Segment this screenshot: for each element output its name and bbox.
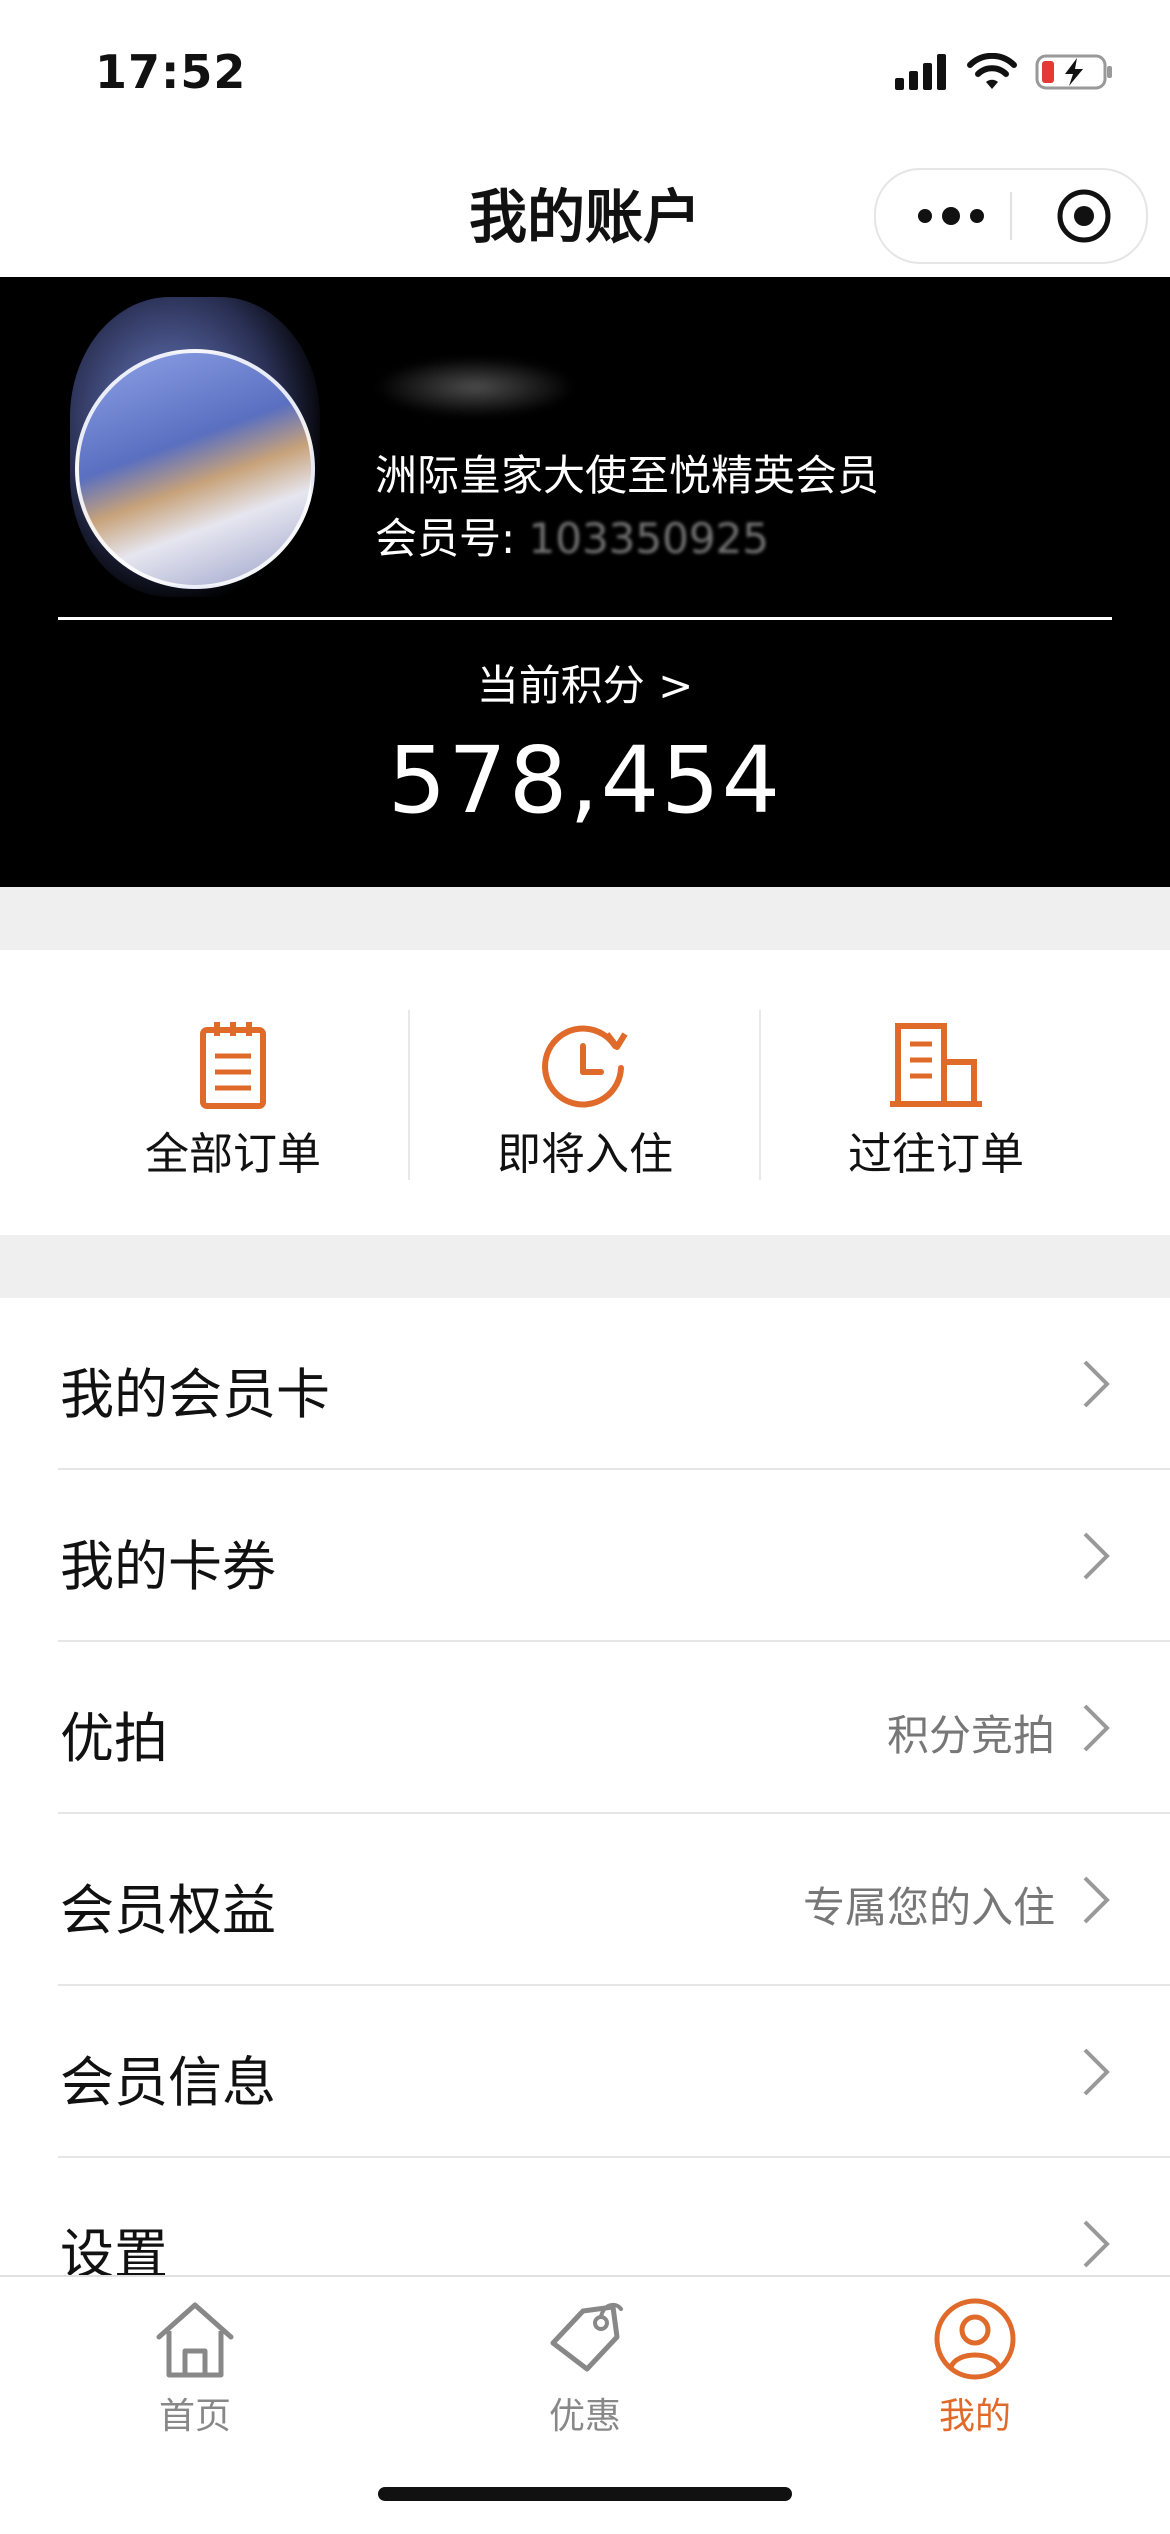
- past-orders-button[interactable]: 过往订单: [761, 950, 1111, 1235]
- chevron-right-icon: [1083, 1704, 1110, 1752]
- tab-home-label: 首页: [158, 2396, 231, 2437]
- tab-offers[interactable]: 优惠: [390, 2287, 780, 2437]
- clock-icon: [542, 1025, 628, 1108]
- mini-program-capsule: [874, 168, 1148, 264]
- member-card: 洲际皇家大使至悦精英会员 会员号: 103350925 当前积分 > 578,4…: [0, 277, 1170, 887]
- menu-item-hint: 专属您的入住: [802, 1883, 1055, 1932]
- menu-item-label: 我的卡券: [60, 1535, 276, 1598]
- battery-icon: [1035, 54, 1112, 90]
- member-number: 103350925: [528, 514, 770, 563]
- menu-item-coupons[interactable]: 我的卡券: [0, 1470, 1170, 1642]
- past-orders-label: 过往订单: [848, 1129, 1024, 1180]
- menu-item-auction[interactable]: 优拍 积分竞拍: [0, 1642, 1170, 1814]
- chevron-right-icon: [1083, 2220, 1110, 2268]
- avatar[interactable]: [75, 349, 315, 589]
- all-orders-label: 全部订单: [145, 1129, 321, 1180]
- user-icon: [934, 2298, 1016, 2380]
- wifi-icon: [967, 53, 1017, 89]
- capsule-divider: [1010, 192, 1012, 240]
- signal-icon: [895, 54, 946, 90]
- menu-item-label: 会员信息: [60, 2051, 276, 2114]
- chevron-right-icon: [1083, 1532, 1110, 1580]
- status-bar: 17:52: [0, 0, 1170, 140]
- menu-item-hint: 积分竞拍: [886, 1711, 1055, 1760]
- tab-offers-label: 优惠: [548, 2396, 621, 2437]
- member-tier: 洲际皇家大使至悦精英会员: [375, 451, 880, 500]
- nav-bar: 我的账户: [0, 140, 1170, 277]
- tag-icon: [550, 2302, 623, 2372]
- member-number-label: 会员号:: [375, 514, 529, 563]
- card-divider: [58, 617, 1112, 620]
- menu-list: 我的会员卡 我的卡券 优拍 积分竞拍 会员权益 专属您的入住 会员信息 设置: [0, 1298, 1170, 2330]
- member-name-redacted: [375, 357, 575, 417]
- upcoming-stay-label: 即将入住: [497, 1129, 673, 1180]
- tab-home[interactable]: 首页: [0, 2287, 390, 2437]
- menu-item-benefits[interactable]: 会员权益 专属您的入住: [0, 1814, 1170, 1986]
- member-number-row: 会员号: 103350925: [375, 505, 769, 566]
- all-orders-button[interactable]: 全部订单: [58, 950, 408, 1235]
- home-indicator: [378, 2487, 792, 2501]
- more-icon[interactable]: [911, 192, 991, 240]
- chevron-right-icon: [1083, 1876, 1110, 1924]
- upcoming-stay-button[interactable]: 即将入住: [410, 950, 760, 1235]
- status-time: 17:52: [95, 45, 247, 99]
- chevron-right-icon: [1083, 2048, 1110, 2096]
- home-icon: [156, 2302, 234, 2378]
- building-icon: [890, 1023, 982, 1107]
- section-gap: [0, 887, 1170, 950]
- clipboard-icon: [200, 1022, 266, 1109]
- menu-item-member-info[interactable]: 会员信息: [0, 1986, 1170, 2158]
- menu-item-label: 优拍: [60, 1707, 168, 1770]
- status-icons: [895, 52, 1115, 92]
- close-target-icon[interactable]: [1054, 186, 1114, 246]
- menu-item-member-card[interactable]: 我的会员卡: [0, 1298, 1170, 1470]
- section-gap: [0, 1235, 1170, 1298]
- tab-mine[interactable]: 我的: [780, 2287, 1170, 2437]
- menu-item-label: 会员权益: [60, 1879, 276, 1942]
- chevron-right-icon: [1083, 1360, 1110, 1408]
- menu-item-label: 我的会员卡: [60, 1363, 330, 1426]
- orders-section: 全部订单 即将入住 过往订单: [0, 950, 1170, 1235]
- tab-mine-label: 我的: [938, 2396, 1011, 2437]
- points-value: 578,454: [387, 727, 783, 834]
- points-link[interactable]: 当前积分 >: [0, 652, 1170, 713]
